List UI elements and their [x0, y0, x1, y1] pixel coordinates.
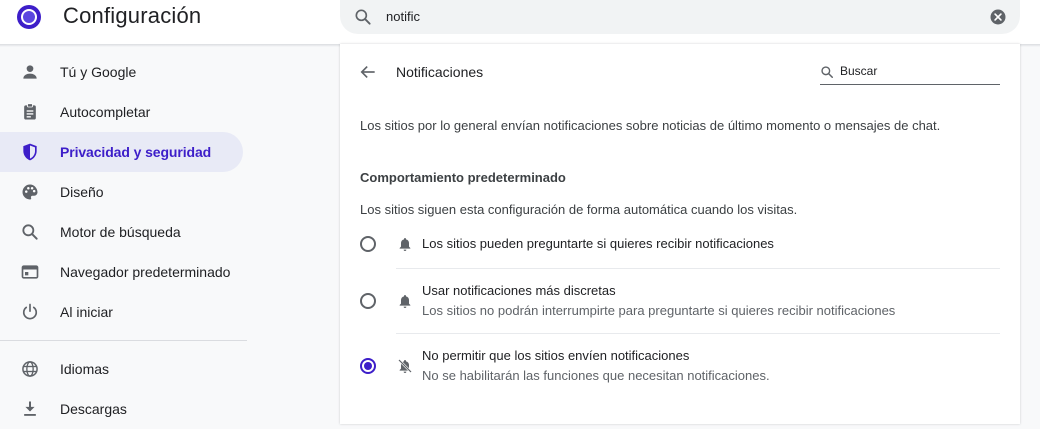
power-icon — [22, 303, 38, 320]
search-icon — [22, 224, 38, 240]
sidebar-item-al-iniciar[interactable]: Al iniciar — [0, 292, 243, 332]
sidebar-item-idiomas[interactable]: Idiomas — [0, 349, 243, 389]
top-bar: Configuración — [0, 0, 1040, 44]
sidebar-item-autocompletar[interactable]: Autocompletar — [0, 92, 243, 132]
option-description: Los sitios no podrán interrumpirte para … — [422, 303, 896, 318]
settings-search-box — [340, 0, 1020, 34]
person-icon — [23, 65, 37, 79]
subpage-search-input[interactable] — [840, 63, 990, 79]
sidebar-item-navegador-predeterminado[interactable]: Navegador predeterminado — [0, 252, 243, 292]
sidebar-item-descargas[interactable]: Descargas — [0, 389, 243, 429]
sidebar-item-diseno[interactable]: Diseño — [0, 172, 243, 212]
section-heading: Comportamiento predeterminado — [360, 170, 566, 185]
palette-icon — [22, 184, 38, 200]
bell-off-icon — [398, 359, 412, 373]
page-title: Notificaciones — [396, 64, 484, 80]
sidebar-item-label: Autocompletar — [60, 104, 151, 120]
bell-icon — [399, 295, 411, 308]
radio-button[interactable] — [360, 293, 376, 309]
option-label: No permitir que los sitios envíen notifi… — [422, 348, 690, 363]
settings-search-input[interactable] — [386, 6, 946, 26]
option-description: No se habilitarán las funciones que nece… — [422, 368, 770, 383]
chrome-settings-logo-icon — [17, 5, 41, 29]
option-quieter-notifications[interactable]: Usar notificaciones más discretas Los si… — [340, 278, 1020, 322]
shield-icon — [23, 143, 37, 161]
sidebar-item-label: Diseño — [60, 184, 104, 200]
sidebar-item-label: Navegador predeterminado — [60, 264, 231, 280]
sidebar-item-label: Motor de búsqueda — [60, 224, 181, 240]
sidebar-item-tu-y-google[interactable]: Tú y Google — [0, 52, 243, 92]
option-ask-permission[interactable]: Los sitios pueden preguntarte si quieres… — [340, 228, 1020, 260]
sidebar-nav: Tú y Google Autocompletar Privacidad y s… — [0, 52, 247, 429]
clipboard-icon — [24, 103, 36, 120]
app-title: Configuración — [63, 3, 202, 28]
sidebar-item-label: Tú y Google — [60, 64, 137, 80]
section-description: Los sitios siguen esta configuración de … — [360, 202, 798, 217]
radio-button[interactable] — [360, 236, 376, 252]
sidebar-item-label: Idiomas — [60, 361, 110, 377]
sidebar-divider — [0, 340, 247, 341]
sidebar-item-label: Privacidad y seguridad — [60, 144, 212, 160]
sidebar-item-privacidad-y-seguridad[interactable]: Privacidad y seguridad — [0, 132, 243, 172]
radio-button-checked[interactable] — [360, 358, 376, 374]
back-arrow-icon[interactable] — [358, 62, 378, 82]
option-label: Usar notificaciones más discretas — [422, 283, 616, 298]
browser-window-icon — [21, 265, 39, 279]
notifications-settings-card: Notificaciones Los sitios por lo general… — [340, 44, 1020, 424]
intro-text: Los sitios por lo general envían notific… — [360, 118, 941, 133]
globe-icon — [22, 361, 38, 377]
sidebar-item-label: Al iniciar — [60, 304, 113, 320]
bell-icon — [399, 238, 411, 251]
option-label: Los sitios pueden preguntarte si quieres… — [422, 236, 774, 251]
search-icon — [355, 9, 371, 25]
option-block-notifications[interactable]: No permitir que los sitios envíen notifi… — [340, 343, 1020, 387]
search-icon — [821, 66, 834, 79]
subpage-search — [820, 60, 1000, 85]
option-divider — [396, 268, 1000, 269]
clear-search-icon[interactable] — [988, 7, 1008, 27]
sidebar-item-motor-de-busqueda[interactable]: Motor de búsqueda — [0, 212, 243, 252]
download-icon — [24, 401, 36, 416]
option-divider — [396, 333, 1000, 334]
